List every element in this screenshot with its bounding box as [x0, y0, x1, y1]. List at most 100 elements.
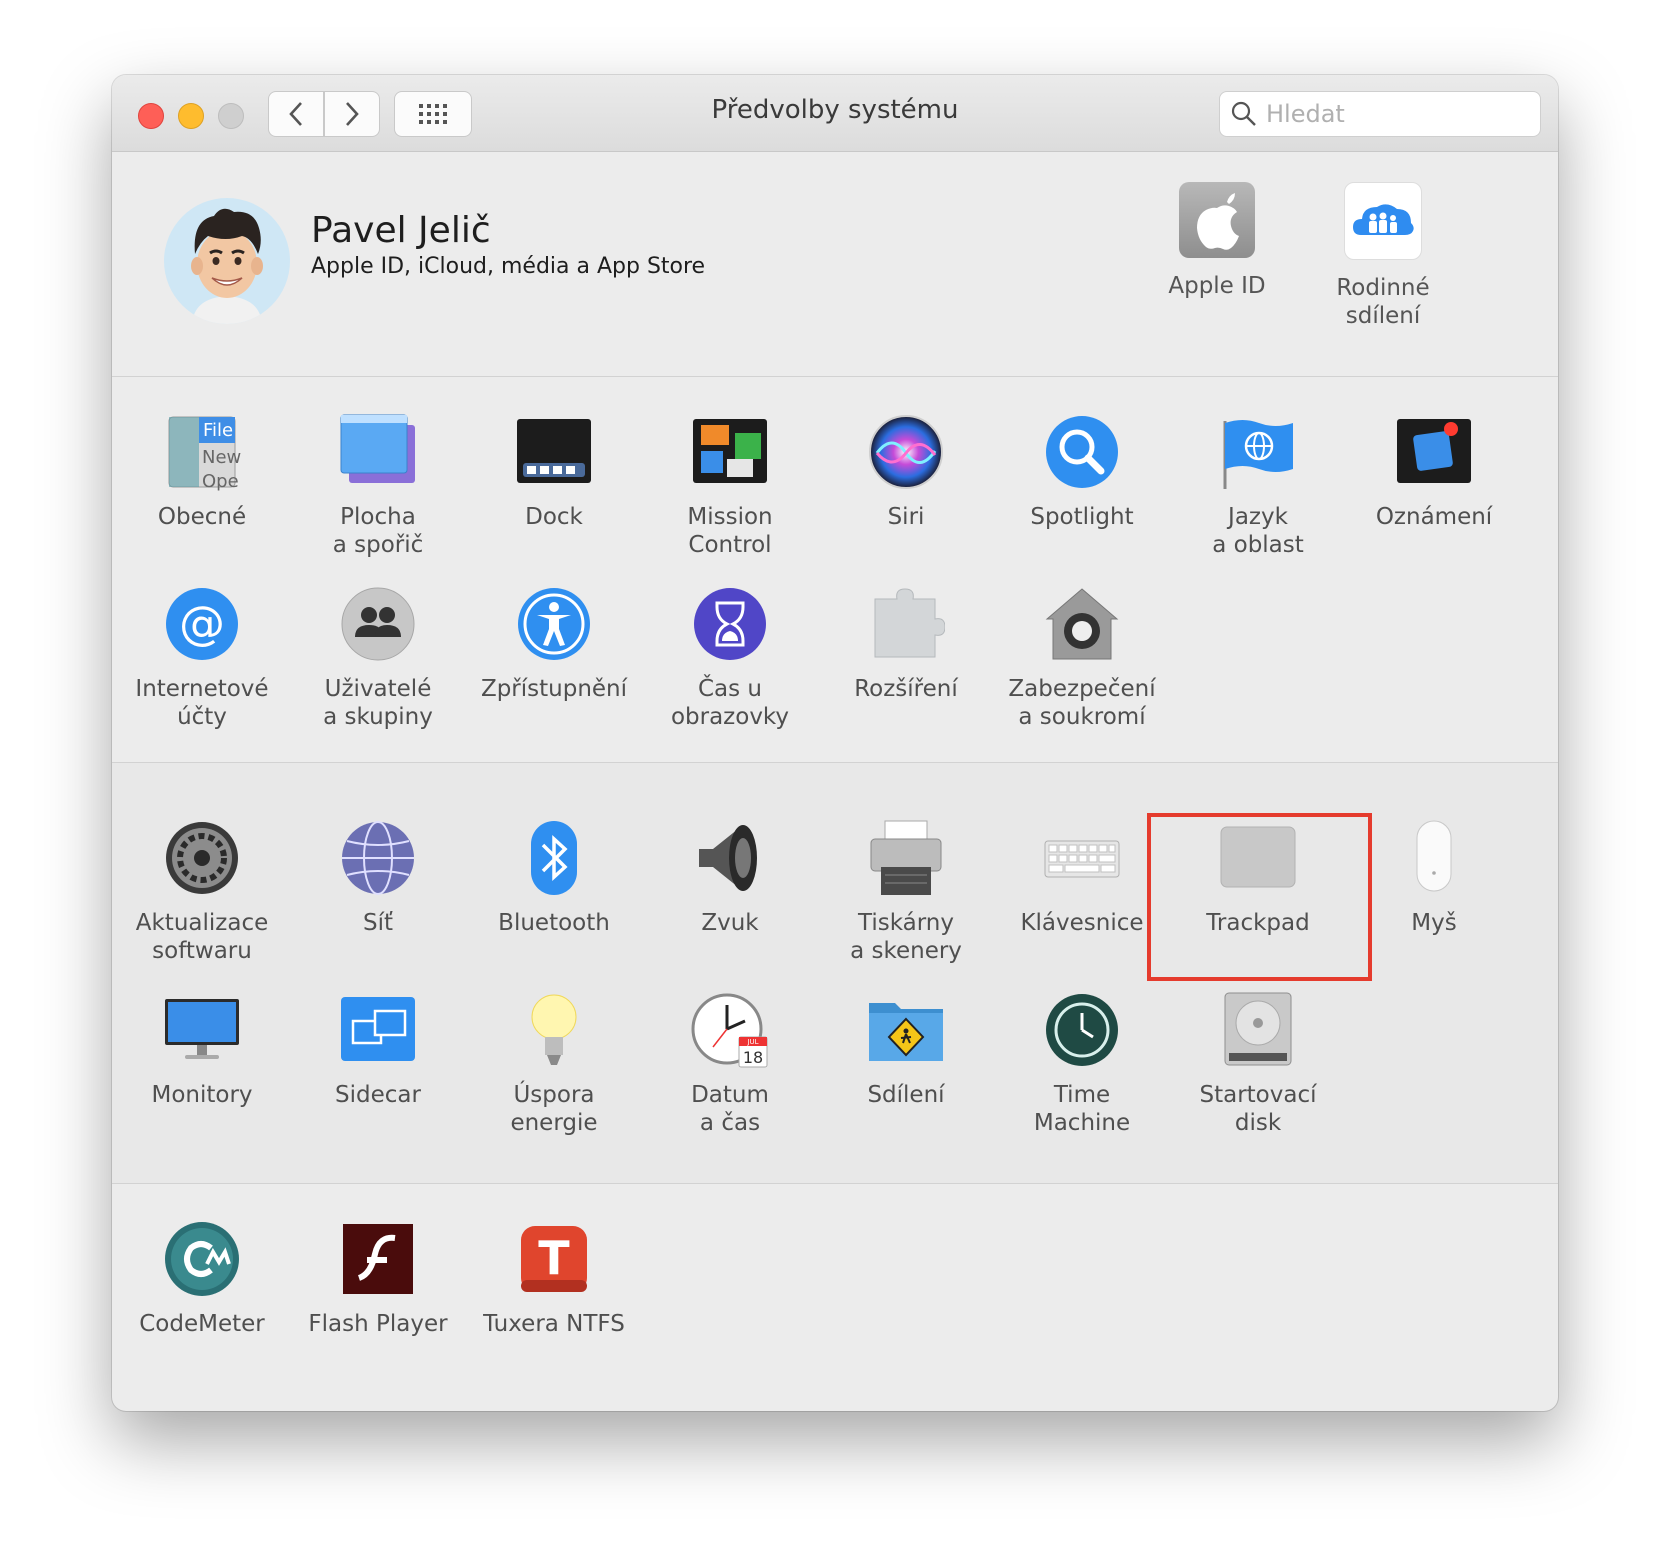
displays-icon: [165, 999, 239, 1059]
siri-icon: [869, 415, 943, 489]
user-subtitle: Apple ID, iCloud, média a App Store: [311, 254, 706, 279]
pane-label: Plocha a spořič: [332, 504, 424, 558]
svg-text:New: New: [202, 447, 241, 468]
screen-time-icon: [694, 588, 766, 660]
pane-label: Úspora energie: [510, 1082, 598, 1136]
pane-language-region[interactable]: Jazyk a oblast: [1170, 413, 1346, 559]
avatar[interactable]: [164, 198, 290, 324]
pane-label: Oznámení: [1375, 504, 1493, 530]
pane-desktop-screensaver[interactable]: Plocha a spořič: [290, 413, 466, 559]
flash-player-icon: [343, 1224, 413, 1294]
printers-scanners-icon: [870, 820, 942, 895]
keyboard-icon: [1044, 840, 1120, 878]
desktop-screensaver-icon: [340, 414, 415, 483]
apple-id-banner: Pavel Jelič Apple ID, iCloud, média a Ap…: [112, 152, 1558, 377]
software-update-icon: [166, 822, 238, 894]
language-region-icon: [1223, 420, 1293, 489]
pane-label: Čas u obrazovky: [670, 676, 790, 730]
pane-sound[interactable]: Zvuk: [642, 819, 818, 937]
user-name: Pavel Jelič: [311, 210, 491, 251]
pane-energy-saver[interactable]: Úspora energie: [466, 991, 642, 1137]
mouse-icon: [1416, 820, 1452, 892]
pane-bluetooth[interactable]: Bluetooth: [466, 819, 642, 937]
apple-id-pane[interactable]: Apple ID: [1132, 182, 1302, 300]
pane-codemeter[interactable]: CodeMeter: [114, 1220, 290, 1338]
accessibility-icon: [518, 588, 590, 660]
pane-mouse[interactable]: Myš: [1346, 819, 1522, 937]
pane-dock[interactable]: Dock: [466, 413, 642, 531]
personal-preferences-section: File New Ope Obecné Plocha a spořič Dock: [112, 377, 1558, 763]
system-preferences-window: Předvolby systému Pavel Jelič Apple ID, …: [112, 75, 1558, 1411]
search-input[interactable]: [1264, 98, 1528, 130]
pane-label: Jazyk a oblast: [1212, 504, 1304, 558]
apple-id-label: Apple ID: [1168, 273, 1266, 299]
startup-disk-icon: [1224, 992, 1292, 1066]
pane-spotlight[interactable]: Spotlight: [994, 413, 1170, 531]
extensions-icon: [874, 588, 945, 658]
pane-network[interactable]: Síť: [290, 819, 466, 937]
pane-label: Tuxera NTFS: [483, 1311, 625, 1337]
pane-extensions[interactable]: Rozšíření: [818, 585, 994, 703]
pane-label: Bluetooth: [498, 910, 610, 936]
dock-icon: [517, 419, 591, 483]
energy-saver-icon: [531, 994, 577, 1065]
codemeter-icon: [165, 1222, 239, 1296]
network-icon: [342, 821, 414, 895]
pane-displays[interactable]: Monitory: [114, 991, 290, 1109]
pane-label: Time Machine: [1033, 1082, 1131, 1136]
pane-sidecar[interactable]: Sidecar: [290, 991, 466, 1109]
pane-label: Datum a čas: [691, 1082, 769, 1136]
security-privacy-icon: [1045, 588, 1119, 660]
pane-general[interactable]: File New Ope Obecné: [114, 413, 290, 531]
pane-software-update[interactable]: Aktualizace softwaru: [114, 819, 290, 965]
pane-siri[interactable]: Siri: [818, 413, 994, 531]
title-bar: Předvolby systému: [112, 75, 1558, 152]
pane-label: Síť: [362, 910, 393, 936]
general-icon: File New Ope: [168, 416, 241, 491]
notifications-icon: [1397, 419, 1471, 483]
mission-control-icon: [693, 419, 767, 483]
pane-internet-accounts[interactable]: @ Internetové účty: [114, 585, 290, 731]
time-machine-icon: [1046, 994, 1118, 1066]
pane-tuxera-ntfs[interactable]: T Tuxera NTFS: [466, 1220, 642, 1338]
pane-label: Uživatelé a skupiny: [323, 676, 433, 730]
svg-text:File: File: [203, 420, 233, 441]
pane-notifications[interactable]: Oznámení: [1346, 413, 1522, 531]
sidecar-icon: [341, 997, 415, 1061]
pane-label: Rozšíření: [854, 676, 958, 702]
pane-startup-disk[interactable]: Startovací disk: [1170, 991, 1346, 1137]
pane-label: Startovací disk: [1199, 1082, 1317, 1136]
search-icon: [1231, 101, 1256, 126]
family-sharing-icon: [1344, 182, 1422, 260]
family-sharing-pane[interactable]: Rodinné sdílení: [1298, 182, 1468, 330]
pane-label: Obecné: [157, 504, 247, 530]
search-field[interactable]: [1219, 91, 1541, 137]
pane-label: Monitory: [151, 1082, 253, 1108]
users-groups-icon: [341, 587, 415, 661]
pane-label: Spotlight: [1030, 504, 1134, 530]
pane-accessibility[interactable]: Zpřístupnění: [466, 585, 642, 703]
pane-label: Siri: [887, 504, 925, 530]
pane-flash-player[interactable]: Flash Player: [290, 1220, 466, 1338]
svg-text:18: 18: [743, 1048, 763, 1067]
pane-screen-time[interactable]: Čas u obrazovky: [642, 585, 818, 731]
pane-time-machine[interactable]: Time Machine: [994, 991, 1170, 1137]
trackpad-highlight-box: [1147, 813, 1372, 981]
pane-users-groups[interactable]: Uživatelé a skupiny: [290, 585, 466, 731]
pane-label: Flash Player: [308, 1311, 448, 1337]
pane-date-time[interactable]: JUL 18 Datum a čas: [642, 991, 818, 1137]
pane-security-privacy[interactable]: Zabezpečení a soukromí: [994, 585, 1170, 731]
pane-printers-scanners[interactable]: Tiskárny a skenery: [818, 819, 994, 965]
internet-accounts-icon: @: [166, 588, 238, 660]
apple-id-icon: [1179, 182, 1255, 258]
pane-sharing[interactable]: Sdílení: [818, 991, 994, 1109]
svg-text:@: @: [179, 596, 225, 650]
pane-mission-control[interactable]: Mission Control: [642, 413, 818, 559]
pane-label: Myš: [1411, 910, 1457, 936]
memoji-icon: [191, 208, 263, 324]
pane-label: Dock: [525, 504, 583, 530]
pane-keyboard[interactable]: Klávesnice: [994, 819, 1170, 937]
pane-label: Zpřístupnění: [480, 676, 628, 702]
pane-label: Tiskárny a skenery: [850, 910, 962, 964]
pane-label: Zabezpečení a soukromí: [1008, 676, 1156, 730]
